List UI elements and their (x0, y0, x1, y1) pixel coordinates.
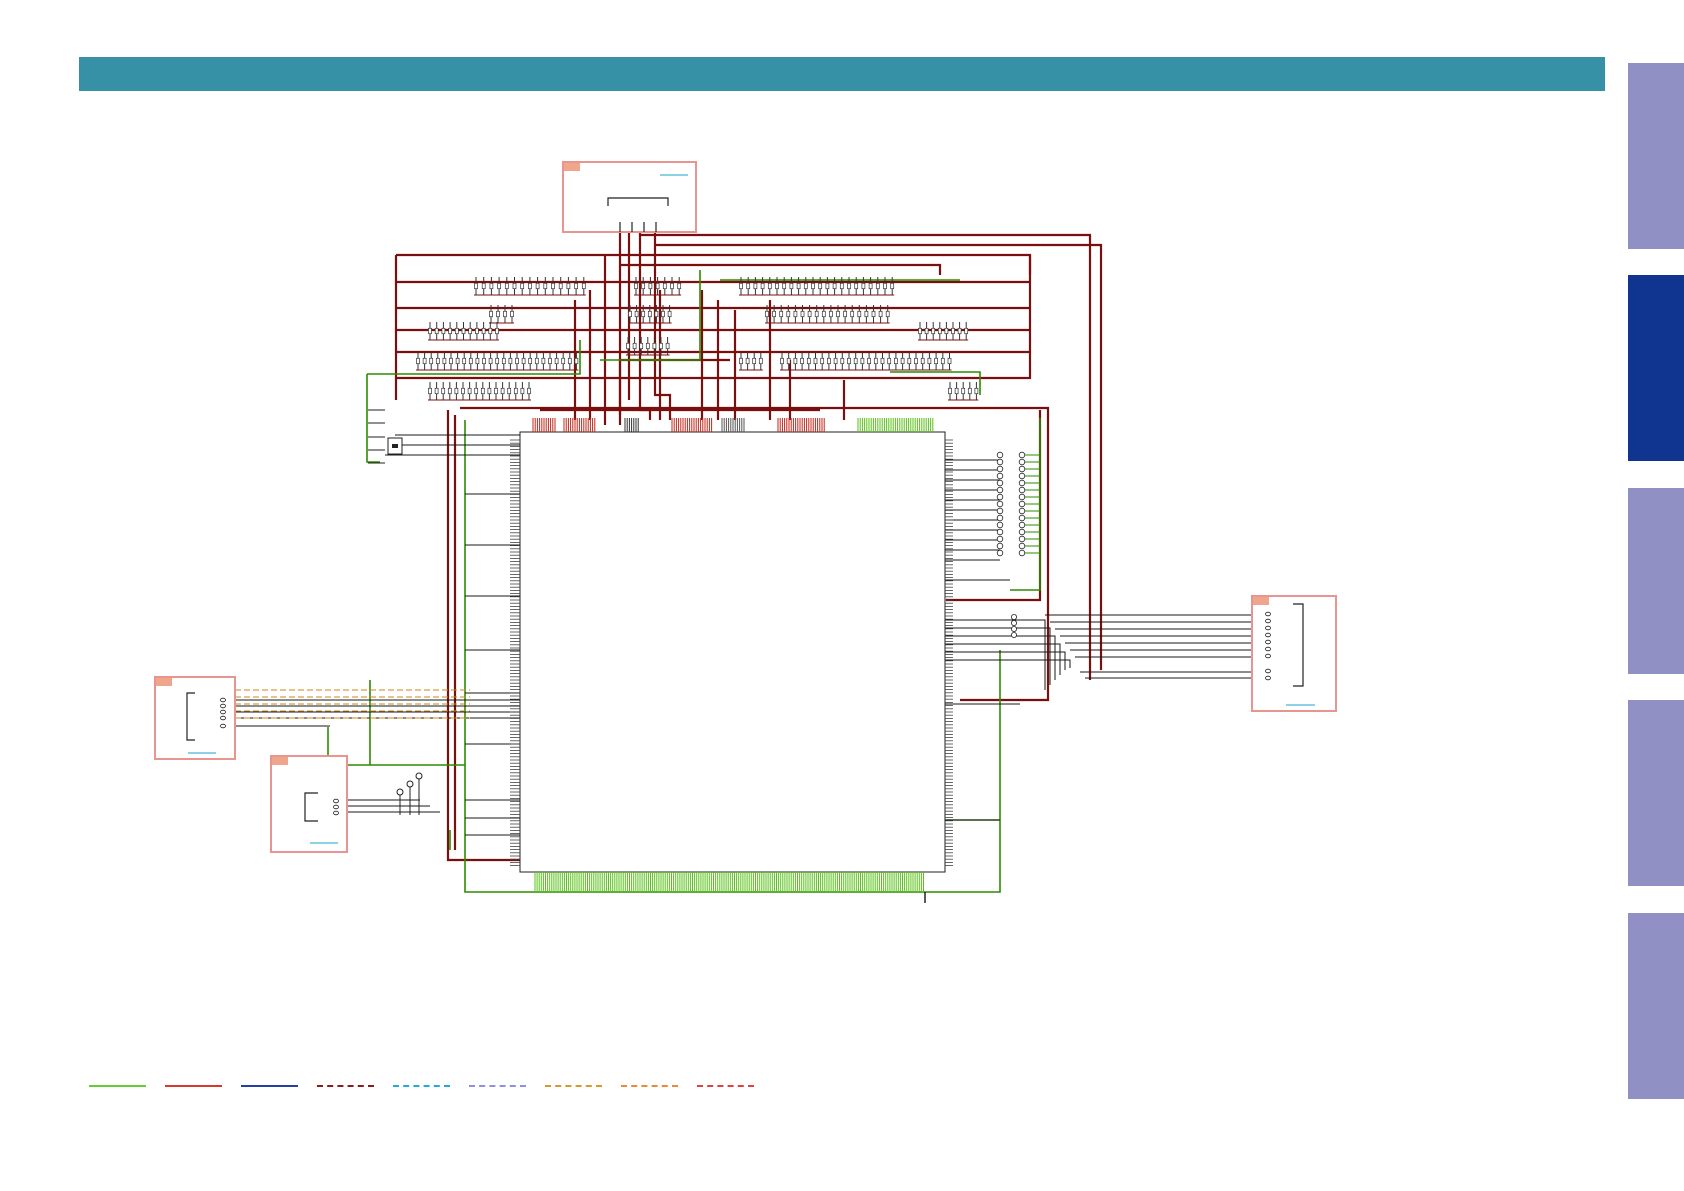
legend-line-7 (545, 1085, 602, 1087)
resistor-array-12 (780, 352, 952, 371)
green-wire-8 (327, 727, 465, 766)
connector-lower-left (270, 755, 348, 853)
ic-top-pins-7 (857, 418, 934, 432)
ic-top-pins-6 (777, 418, 825, 432)
dark-wire-10 (638, 230, 652, 420)
termination-network (996, 451, 1040, 639)
connector-right (1251, 595, 1337, 712)
legend-line-9 (697, 1085, 754, 1087)
ic-top-pins-3 (624, 418, 639, 432)
resistor-array-11 (739, 352, 763, 371)
ic-top-pins-1 (532, 418, 556, 432)
ic-top-pins-4 (671, 418, 713, 432)
legend-line-8 (621, 1085, 678, 1087)
resistor-array-13 (428, 382, 531, 401)
green-wire-6 (890, 371, 981, 395)
legend-line-6 (469, 1085, 526, 1087)
wire-color-legend (89, 1085, 754, 1087)
resistor-array-14 (948, 382, 979, 401)
black-wire-24 (945, 619, 1046, 690)
dark-wire-11 (653, 230, 672, 420)
resistor-array-10 (416, 352, 579, 371)
dark-wire-9 (620, 263, 942, 275)
resistor-array-1 (474, 277, 586, 296)
dark-wire-25 (446, 410, 520, 862)
legend-line-5 (393, 1085, 450, 1087)
schematic-diagram (154, 161, 1337, 903)
test-point-2 (406, 780, 414, 788)
black-wire-29 (945, 659, 1071, 668)
ic-top-pins-2 (563, 418, 596, 432)
test-point-3 (415, 772, 423, 780)
test-point-1 (396, 788, 404, 796)
ic-top-pins-5 (721, 418, 745, 432)
dark-wire-27 (946, 410, 1042, 602)
ic-bottom-pins (534, 872, 924, 892)
green-wire-1 (366, 374, 380, 463)
ic-right-pins (945, 439, 953, 866)
legend-line-1 (89, 1085, 146, 1087)
black-wire-25 (945, 627, 1051, 685)
legend-line-2 (165, 1085, 222, 1087)
resistor-arrays (416, 277, 979, 401)
legend-line-4 (317, 1085, 374, 1087)
legend-line-3 (241, 1085, 298, 1087)
green-wire-2 (367, 340, 581, 375)
ic-left-pins (510, 439, 520, 866)
main-ic-chip (519, 431, 946, 873)
connector-top (562, 161, 697, 233)
connector-left (154, 676, 236, 760)
